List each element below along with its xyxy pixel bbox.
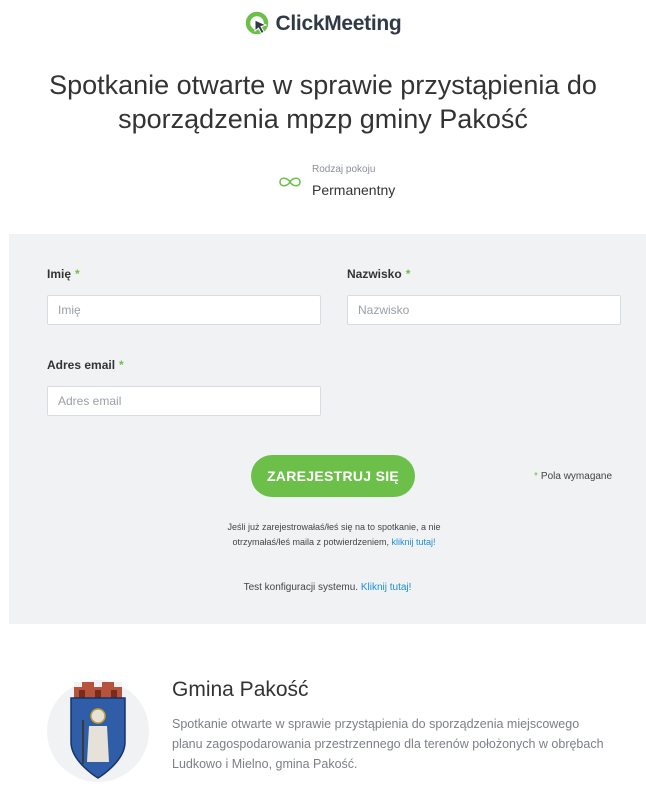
first-name-label: Imię *: [47, 267, 80, 281]
last-name-label: Nazwisko *: [347, 267, 411, 281]
page-title: Spotkanie otwarte w sprawie przystąpieni…: [49, 70, 597, 134]
system-test-link[interactable]: Kliknij tutaj!: [361, 582, 412, 593]
room-type-label: Rodzaj pokoju: [312, 164, 376, 175]
required-fields-note: * Pola wymagane: [534, 471, 613, 482]
first-name-input[interactable]: [47, 295, 321, 325]
email-field: Adres email *: [47, 358, 321, 416]
coat-of-arms-icon: [70, 682, 126, 779]
required-star: *: [75, 267, 80, 281]
email-input[interactable]: [47, 386, 321, 416]
last-name-field: Nazwisko *: [347, 267, 621, 325]
resend-confirmation-text: Jeśli już zarejestrowałaś/łeś się na to …: [227, 522, 441, 547]
brand-logo: ClickMeeting: [0, 8, 646, 40]
system-test-text: Test konfiguracji systemu. Kliknij tutaj…: [243, 582, 412, 593]
room-type-value: Permanentny: [312, 182, 396, 198]
brand-name: ClickMeeting: [275, 12, 402, 35]
organizer-avatar: [47, 680, 149, 782]
clickmeeting-logo-icon: [245, 11, 268, 35]
required-star: *: [405, 267, 411, 281]
organizer-name: Gmina Pakość: [172, 678, 309, 701]
register-button[interactable]: ZAREJESTRUJ SIĘ: [251, 455, 415, 497]
resend-confirmation-link[interactable]: kliknij tutaj!: [392, 537, 436, 547]
registration-form: Imię* Nazwisko* Adres email* ZAREJESTRUJ…: [9, 234, 646, 624]
email-label: Adres email *: [47, 358, 124, 372]
organizer-description: Spotkanie otwarte w sprawie przystąpieni…: [172, 717, 604, 771]
required-star: *: [119, 358, 124, 372]
first-name-field: Imię *: [47, 267, 321, 325]
room-type: Rodzaj pokoju Permanentny: [276, 163, 395, 200]
required-star: *: [534, 471, 538, 482]
last-name-input[interactable]: [347, 295, 621, 325]
infinity-icon: [279, 176, 301, 187]
